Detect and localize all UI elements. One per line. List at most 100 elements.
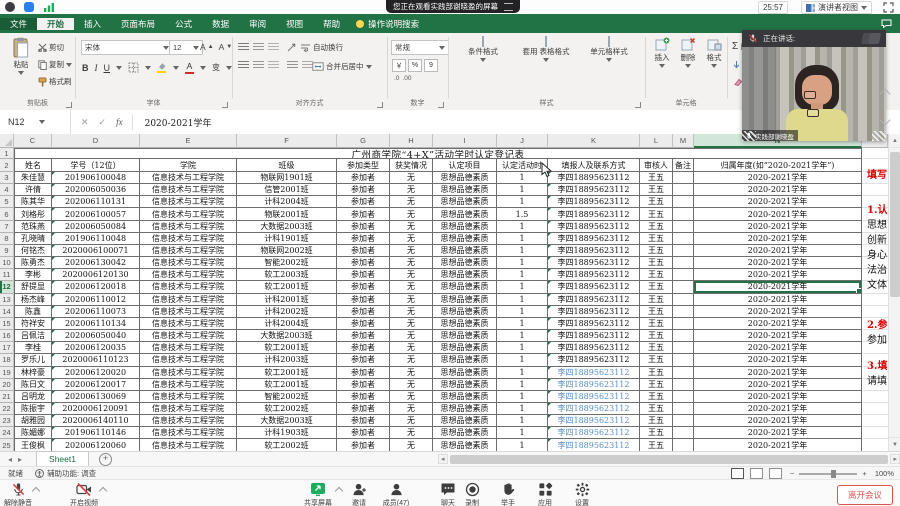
scroll-up-icon[interactable]: ▲ [889, 134, 900, 148]
cell-F10[interactable]: 智能2002班 [237, 257, 337, 269]
cell-K25[interactable]: 李四18895623112 [548, 439, 640, 451]
row-number-3[interactable]: 3 [0, 172, 14, 184]
cell-K14[interactable]: 李四18895623112 [548, 306, 640, 318]
currency-format-button[interactable]: ￥ [392, 59, 406, 72]
cell-F14[interactable]: 计科2002班 [237, 306, 337, 318]
cell-F4[interactable]: 信管2001班 [237, 184, 337, 196]
header-cell-6[interactable]: 认定项目 [433, 159, 497, 172]
cell-G24[interactable]: 参加者 [337, 427, 390, 439]
cell-K19[interactable]: 李四18895623112 [548, 367, 640, 379]
cell-G12[interactable]: 参加者 [337, 281, 390, 293]
row-number-18[interactable]: 18 [0, 354, 14, 366]
cell-L12[interactable]: 王五 [640, 281, 673, 293]
col-letter-H[interactable]: H [390, 134, 433, 148]
cell-C11[interactable]: 李彬 [14, 269, 52, 281]
cell-N4[interactable]: 2020-2021学年 [694, 184, 862, 196]
enter-icon[interactable]: ✓ [99, 117, 107, 128]
cell-H20[interactable]: 无 [390, 379, 433, 391]
cell-F8[interactable]: 计科1901班 [237, 233, 337, 245]
ribbon-tab-4[interactable]: 公式 [165, 18, 202, 30]
header-cell-8[interactable]: 填报人及联系方式 [548, 159, 640, 172]
cell-L21[interactable]: 王五 [640, 391, 673, 403]
col-letter-L[interactable]: L [640, 134, 673, 148]
cell-E8[interactable]: 信息技术与工程学院 [140, 233, 237, 245]
page-break-view-icon[interactable] [769, 468, 782, 479]
cell-M15[interactable] [673, 318, 694, 330]
header-cell-1[interactable]: 学号（12位） [52, 159, 140, 172]
cell-K15[interactable]: 李四18895623112 [548, 318, 640, 330]
cell-F9[interactable]: 物联网2002班 [237, 245, 337, 257]
cell-H14[interactable]: 无 [390, 306, 433, 318]
cell-E5[interactable]: 信息技术与工程学院 [140, 196, 237, 208]
cell-I9[interactable]: 思想品德素质 [433, 245, 497, 257]
cell-C3[interactable]: 朱佳慧 [14, 172, 52, 184]
cell-N12[interactable]: 2020-2021学年 [694, 281, 862, 293]
merge-center-button[interactable]: 合并后居中 [312, 61, 372, 72]
cell-N25[interactable]: 2020-2021学年 [694, 439, 862, 451]
cell-D14[interactable]: 202006110073 [52, 306, 140, 318]
cell-G18[interactable]: 参加者 [337, 354, 390, 366]
cell-L18[interactable]: 王五 [640, 354, 673, 366]
cell-C13[interactable]: 杨杰峰 [14, 294, 52, 306]
col-letter-J[interactable]: J [497, 134, 548, 148]
cell-I25[interactable]: 思想品德素质 [433, 439, 497, 451]
vertical-scroll-thumb[interactable] [890, 152, 900, 297]
cell-I6[interactable]: 思想品德素质 [433, 208, 497, 220]
share-screen-button[interactable]: 共享屏幕 [296, 482, 340, 506]
banner-menu-icon[interactable] [504, 3, 513, 11]
phonetic-guide-button[interactable]: 变 [212, 62, 220, 73]
cell-M5[interactable] [673, 196, 694, 208]
cell-I17[interactable]: 思想品德素质 [433, 342, 497, 354]
formula-input[interactable]: 2020-2021学年 [145, 116, 212, 129]
cell-N13[interactable]: 2020-2021学年 [694, 294, 862, 306]
cell-K4[interactable]: 李四18895623112 [548, 184, 640, 196]
cell-N5[interactable]: 2020-2021学年 [694, 196, 862, 208]
cell-M12[interactable] [673, 281, 694, 293]
cell-I16[interactable]: 思想品德素质 [433, 330, 497, 342]
cell-G11[interactable]: 参加者 [337, 269, 390, 281]
vertical-scrollbar[interactable]: ▲ ▼ [888, 134, 900, 451]
cell-L13[interactable]: 王五 [640, 294, 673, 306]
cell-E6[interactable]: 信息技术与工程学院 [140, 208, 237, 220]
cell-C12[interactable]: 舒提显 [14, 281, 52, 293]
cell-J20[interactable]: 1 [497, 379, 548, 391]
cell-D7[interactable]: 202006050084 [52, 221, 140, 233]
cell-E7[interactable]: 信息技术与工程学院 [140, 221, 237, 233]
cancel-icon[interactable]: ✕ [81, 117, 89, 128]
scroll-right-icon[interactable]: ▸ [890, 454, 900, 464]
cell-K24[interactable]: 李四18895623112 [548, 427, 640, 439]
header-cell-0[interactable]: 姓名 [14, 159, 52, 172]
cell-G10[interactable]: 参加者 [337, 257, 390, 269]
number-format-select[interactable]: 常规 [391, 40, 449, 55]
cell-L19[interactable]: 王五 [640, 367, 673, 379]
cell-F23[interactable]: 大数据2003班 [237, 415, 337, 427]
cell-N6[interactable]: 2020-2021学年 [694, 208, 862, 220]
cell-H7[interactable]: 无 [390, 221, 433, 233]
cell-K13[interactable]: 李四18895623112 [548, 294, 640, 306]
cell-L4[interactable]: 王五 [640, 184, 673, 196]
cell-H5[interactable]: 无 [390, 196, 433, 208]
cell-K17[interactable]: 李四18895623112 [548, 342, 640, 354]
underline-dropdown[interactable] [116, 66, 122, 70]
row-number-5[interactable]: 5 [0, 196, 14, 208]
cell-N22[interactable]: 2020-2021学年 [694, 403, 862, 415]
cell-H8[interactable]: 无 [390, 233, 433, 245]
cell-G21[interactable]: 参加者 [337, 391, 390, 403]
cell-J4[interactable]: 1 [497, 184, 548, 196]
scroll-left-icon[interactable]: ◂ [438, 454, 448, 464]
sheet-title-cell[interactable]: 广州商学院“4+X”活动学时认定登记表 [14, 148, 862, 159]
ribbon-tab-0[interactable]: 文件 [0, 18, 37, 30]
cell-E12[interactable]: 信息技术与工程学院 [140, 281, 237, 293]
cell-D23[interactable]: 2020006140110 [52, 415, 140, 427]
cell-L5[interactable]: 王五 [640, 196, 673, 208]
wrap-text-button[interactable]: 自动换行 [300, 42, 343, 53]
alignment-dialog-launcher[interactable] [377, 102, 383, 108]
cell-H23[interactable]: 无 [390, 415, 433, 427]
cell-H10[interactable]: 无 [390, 257, 433, 269]
normal-view-icon[interactable] [731, 468, 744, 479]
cell-K6[interactable]: 李四18895623112 [548, 208, 640, 220]
cell-G9[interactable]: 参加者 [337, 245, 390, 257]
increase-decimal-button[interactable]: .0 [394, 75, 399, 82]
row-number-1[interactable]: 1 [0, 148, 14, 159]
cell-G22[interactable]: 参加者 [337, 403, 390, 415]
